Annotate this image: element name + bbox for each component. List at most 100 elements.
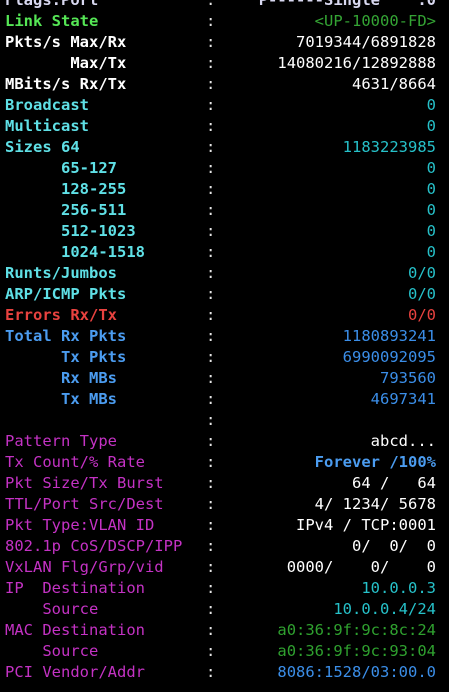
separator: :	[206, 285, 216, 303]
row-sizes-1024-1518: 1024-1518: 0	[0, 242, 449, 263]
sizes-256-511-value: 0	[426, 201, 436, 219]
row-mbits-rx-tx: MBits/s Rx/Tx: 4631/8664	[0, 74, 449, 95]
rx-mbs-label: Rx MBs	[5, 369, 117, 387]
cos-dscp-ipp-label: 802.1p CoS/DSCP/IPP	[5, 537, 183, 555]
separator: :	[206, 348, 216, 366]
separator: :	[206, 642, 216, 660]
vxlan-value: 0000/ 0/ 0	[286, 558, 436, 576]
sizes-512-1023-value: 0	[426, 222, 436, 240]
broadcast-label: Broadcast	[5, 96, 89, 114]
sizes-1024-1518-value: 0	[426, 243, 436, 261]
separator: :	[206, 33, 216, 51]
sizes-256-511-label: 256-511	[5, 201, 127, 219]
runts-jumbos-value: 0/0	[408, 264, 436, 282]
row-blank: :	[0, 410, 449, 431]
separator: :	[206, 75, 216, 93]
pkt-type-vlan-label: Pkt Type:VLAN ID	[5, 516, 155, 534]
row-pkt-type-vlan: Pkt Type:VLAN ID: IPv4 / TCP:0001	[0, 515, 449, 536]
separator: :	[206, 516, 216, 534]
row-sizes-65-127: 65-127: 0	[0, 158, 449, 179]
flags-port-label: Flags:Port	[5, 0, 99, 9]
row-broadcast: Broadcast: 0	[0, 95, 449, 116]
total-rx-pkts-value: 1180893241	[342, 327, 436, 345]
pktgen-terminal: Flags:Port : P------Single :0 Link State…	[0, 0, 449, 683]
pattern-type-value: abcd...	[370, 432, 436, 450]
sizes-65-127-label: 65-127	[5, 159, 117, 177]
tx-mbs-value: 4697341	[370, 390, 436, 408]
row-arp-icmp: ARP/ICMP Pkts: 0/0	[0, 284, 449, 305]
mac-destination-label: MAC Destination	[5, 621, 145, 639]
cos-dscp-ipp-value: 0/ 0/ 0	[352, 537, 436, 555]
row-cos-dscp-ipp: 802.1p CoS/DSCP/IPP: 0/ 0/ 0	[0, 536, 449, 557]
rx-mbs-value: 793560	[380, 369, 436, 387]
arp-icmp-value: 0/0	[408, 285, 436, 303]
ip-destination-value: 10.0.0.3	[361, 579, 436, 597]
tx-count-rate-value: Forever /100%	[314, 453, 436, 471]
broadcast-value: 0	[426, 96, 436, 114]
link-state-label: Link State	[5, 12, 99, 30]
row-ttl-port: TTL/Port Src/Dest: 4/ 1234/ 5678	[0, 494, 449, 515]
sizes-128-255-label: 128-255	[5, 180, 127, 198]
sizes-512-1023-label: 512-1023	[5, 222, 136, 240]
row-rx-mbs: Rx MBs: 793560	[0, 368, 449, 389]
separator: :	[206, 54, 216, 72]
tx-pkts-value: 6990092095	[342, 348, 436, 366]
row-multicast: Multicast: 0	[0, 116, 449, 137]
separator: :	[206, 243, 216, 261]
ip-source-value: 10.0.0.4/24	[333, 600, 436, 618]
separator: :	[206, 663, 216, 681]
vxlan-label: VxLAN Flg/Grp/vid	[5, 558, 164, 576]
arp-icmp-label: ARP/ICMP Pkts	[5, 285, 127, 303]
ip-source-label: Source	[5, 600, 99, 618]
mac-source-label: Source	[5, 642, 99, 660]
row-tx-mbs: Tx MBs: 4697341	[0, 389, 449, 410]
flags-port-value: P------Single :0	[258, 0, 436, 9]
mbits-rx-tx-value: 4631/8664	[352, 75, 436, 93]
separator: :	[206, 138, 216, 156]
errors-value: 0/0	[408, 306, 436, 324]
row-tx-count-rate: Tx Count/% Rate: Forever /100%	[0, 452, 449, 473]
separator: :	[206, 159, 216, 177]
pkt-type-vlan-value: IPv4 / TCP:0001	[296, 516, 436, 534]
pkt-size-burst-label: Pkt Size/Tx Burst	[5, 474, 164, 492]
separator: :	[206, 306, 216, 324]
separator: :	[206, 117, 216, 135]
pattern-type-label: Pattern Type	[5, 432, 117, 450]
separator: :	[206, 201, 216, 219]
row-pkts-max-rx: Pkts/s Max/Rx: 7019344/6891828	[0, 32, 449, 53]
row-sizes-128-255: 128-255: 0	[0, 179, 449, 200]
tx-count-rate-label: Tx Count/% Rate	[5, 453, 145, 471]
separator: :	[206, 12, 216, 30]
separator: :	[206, 327, 216, 345]
row-link-state: Link State: <UP-10000-FD>	[0, 11, 449, 32]
pkts-max-rx-label: Pkts/s Max/Rx	[5, 33, 127, 51]
row-mac-destination: MAC Destination: a0:36:9f:9c:8c:24	[0, 620, 449, 641]
separator: :	[206, 474, 216, 492]
row-vxlan: VxLAN Flg/Grp/vid: 0000/ 0/ 0	[0, 557, 449, 578]
row-sizes-64: Sizes 64: 1183223985	[0, 137, 449, 158]
pkts-max-tx-value: 14080216/12892888	[277, 54, 436, 72]
row-runts-jumbos: Runts/Jumbos: 0/0	[0, 263, 449, 284]
separator: :	[206, 180, 216, 198]
sizes-128-255-value: 0	[426, 180, 436, 198]
separator: :	[206, 390, 216, 408]
pci-vendor-label: PCI Vendor/Addr	[5, 663, 145, 681]
pkts-max-rx-value: 7019344/6891828	[296, 33, 436, 51]
sizes-64-value: 1183223985	[342, 138, 436, 156]
separator: :	[206, 411, 216, 429]
tx-mbs-label: Tx MBs	[5, 390, 117, 408]
row-sizes-256-511: 256-511: 0	[0, 200, 449, 221]
multicast-label: Multicast	[5, 117, 89, 135]
errors-label: Errors Rx/Tx	[5, 306, 117, 324]
sizes-65-127-value: 0	[426, 159, 436, 177]
separator: :	[206, 621, 216, 639]
separator: :	[206, 495, 216, 513]
runts-jumbos-label: Runts/Jumbos	[5, 264, 117, 282]
separator: :	[206, 600, 216, 618]
separator: :	[206, 537, 216, 555]
row-pkts-max-tx: Max/Tx: 14080216/12892888	[0, 53, 449, 74]
sizes-1024-1518-label: 1024-1518	[5, 243, 145, 261]
separator: :	[206, 579, 216, 597]
sizes-64-label: Sizes 64	[5, 138, 80, 156]
pkt-size-burst-value: 64 / 64	[352, 474, 436, 492]
